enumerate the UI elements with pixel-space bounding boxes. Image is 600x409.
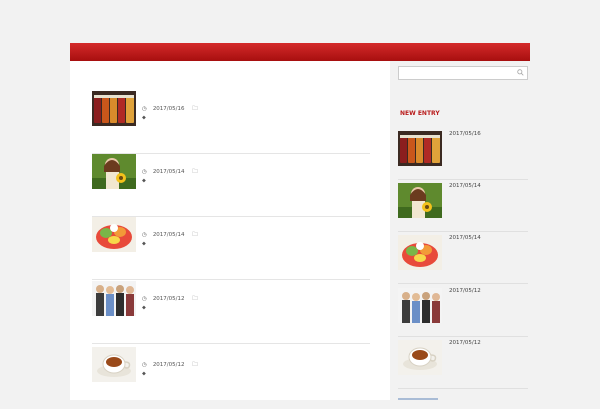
post-thumbnail[interactable] — [92, 154, 136, 189]
post-date: 2017/05/12 — [152, 296, 185, 302]
tag-icon: ⬥ — [142, 371, 146, 377]
folder-icon: 🗀 — [192, 362, 198, 368]
folder-icon: 🗀 — [192, 169, 198, 175]
tag-icon: ⬥ — [142, 241, 146, 247]
post-meta: ◷ 2017/05/12 🗀 — [142, 361, 204, 370]
folder-icon: 🗀 — [192, 106, 198, 112]
tag-icon: ⬥ — [142, 305, 146, 311]
post-tags: ⬥ — [142, 178, 146, 185]
sidebar-entry-date: 2017/05/12 — [449, 340, 481, 346]
new-entry-heading: NEW ENTRY — [400, 110, 440, 117]
search-input[interactable] — [399, 67, 516, 79]
main-navigation — [70, 43, 530, 61]
sidebar: NEW ENTRY 2017/05/16 2017/05/14 2017/05/… — [390, 61, 530, 400]
sidebar-entry-thumbnail[interactable] — [398, 288, 442, 323]
sidebar-entry-date: 2017/05/12 — [449, 288, 481, 294]
post-thumbnail[interactable] — [92, 217, 136, 252]
sidebar-entry-date: 2017/05/14 — [449, 183, 481, 189]
post-thumbnail[interactable] — [92, 91, 136, 126]
tag-icon: ⬥ — [142, 178, 146, 184]
post-date: 2017/05/12 — [152, 362, 185, 368]
tag-icon: ⬥ — [142, 115, 146, 121]
post-meta: ◷ 2017/05/12 🗀 — [142, 295, 204, 304]
post-list: ◷ 2017/05/16 🗀 ⬥ ◷ 2017/05/14 🗀 ⬥ ◷ 2017… — [70, 61, 390, 400]
post-item: ◷ 2017/05/14 🗀 ⬥ — [92, 217, 370, 280]
post-tags: ⬥ — [142, 305, 146, 312]
clock-icon: ◷ — [142, 169, 147, 175]
clock-icon: ◷ — [142, 362, 147, 368]
post-tags: ⬥ — [142, 371, 146, 378]
clock-icon: ◷ — [142, 106, 147, 112]
search-icon[interactable] — [517, 69, 524, 76]
sidebar-entry-thumbnail[interactable] — [398, 340, 442, 375]
post-item: ◷ 2017/05/12 🗀 ⬥ — [92, 281, 370, 344]
sidebar-entry-thumbnail[interactable] — [398, 235, 442, 270]
post-tags: ⬥ — [142, 115, 146, 122]
post-item: ◷ 2017/05/14 🗀 ⬥ — [92, 154, 370, 217]
post-date: 2017/05/14 — [152, 232, 185, 238]
post-meta: ◷ 2017/05/14 🗀 — [142, 168, 204, 177]
sidebar-entry: 2017/05/14 — [398, 235, 528, 284]
sidebar-entry-thumbnail[interactable] — [398, 183, 442, 218]
post-thumbnail[interactable] — [92, 281, 136, 316]
sidebar-entry: 2017/05/12 — [398, 288, 528, 337]
sidebar-entry-date: 2017/05/16 — [449, 131, 481, 137]
search-form — [398, 66, 528, 80]
post-item: ◷ 2017/05/16 🗀 ⬥ — [92, 91, 370, 154]
post-meta: ◷ 2017/05/16 🗀 — [142, 105, 204, 114]
clock-icon: ◷ — [142, 232, 147, 238]
post-thumbnail[interactable] — [92, 347, 136, 382]
folder-icon: 🗀 — [192, 296, 198, 302]
sidebar-entry: 2017/05/14 — [398, 183, 528, 232]
sidebar-entry-thumbnail[interactable] — [398, 131, 442, 166]
folder-icon: 🗀 — [192, 232, 198, 238]
clock-icon: ◷ — [142, 296, 147, 302]
post-date: 2017/05/14 — [152, 169, 185, 175]
post-meta: ◷ 2017/05/14 🗀 — [142, 231, 204, 240]
sidebar-entry: 2017/05/16 — [398, 131, 528, 180]
post-tags: ⬥ — [142, 241, 146, 248]
sidebar-entry-date: 2017/05/14 — [449, 235, 481, 241]
sidebar-entry: 2017/05/12 — [398, 340, 528, 389]
post-date: 2017/05/16 — [152, 106, 185, 112]
